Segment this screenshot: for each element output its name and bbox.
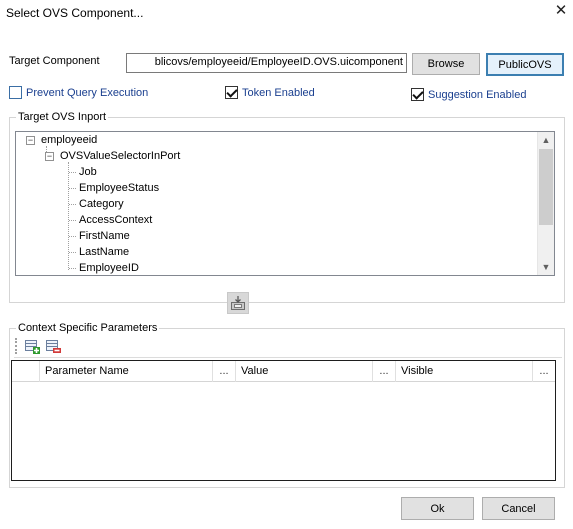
target-component-label: Target Component xyxy=(9,55,100,67)
prevent-query-checkbox-box[interactable] xyxy=(9,86,22,99)
browse-button[interactable]: Browse xyxy=(412,53,480,75)
tree-leaf[interactable]: AccessContext xyxy=(79,212,152,228)
suggestion-enabled-checkbox-box[interactable] xyxy=(411,88,424,101)
tree-leaf[interactable]: Job xyxy=(79,164,97,180)
remove-row-icon[interactable] xyxy=(45,338,61,354)
inport-tree[interactable]: − employeeid − OVSValueSelectorInPort Jo… xyxy=(15,131,555,276)
dialog-title: Select OVS Component... xyxy=(6,6,144,20)
context-params-legend: Context Specific Parameters xyxy=(18,322,158,334)
tree-leaf[interactable]: FirstName xyxy=(79,228,130,244)
target-component-field[interactable]: blicovs/employeeid/EmployeeID.OVS.uicomp… xyxy=(126,53,407,73)
add-row-icon[interactable] xyxy=(24,338,40,354)
tree-leaf[interactable]: LastName xyxy=(79,244,129,260)
column-menu-button[interactable]: ... xyxy=(373,361,396,382)
import-icon xyxy=(231,296,245,310)
scroll-up-icon[interactable]: ▲ xyxy=(538,132,554,148)
column-menu-button[interactable]: ... xyxy=(213,361,236,382)
tree-node-inport[interactable]: OVSValueSelectorInPort xyxy=(60,148,180,164)
tree-leaf[interactable]: EmployeeStatus xyxy=(79,180,159,196)
column-header-visible[interactable]: Visible xyxy=(396,361,533,382)
token-enabled-label: Token Enabled xyxy=(242,86,315,99)
scroll-thumb[interactable] xyxy=(539,149,553,225)
tree-node-root[interactable]: employeeid xyxy=(41,132,97,148)
row-selector-header xyxy=(12,361,40,382)
toolbar-divider xyxy=(14,357,562,358)
target-inport-legend: Target OVS Inport xyxy=(18,111,107,123)
cancel-button[interactable]: Cancel xyxy=(482,497,555,520)
column-header-value[interactable]: Value xyxy=(236,361,373,382)
import-parameters-button[interactable] xyxy=(227,292,249,314)
public-ovs-button[interactable]: PublicOVS xyxy=(486,53,564,76)
token-enabled-checkbox[interactable]: Token Enabled xyxy=(225,86,315,99)
collapse-icon[interactable]: − xyxy=(26,136,35,145)
column-header-parameter-name[interactable]: Parameter Name xyxy=(40,361,213,382)
toolbar-grip xyxy=(15,338,18,354)
collapse-icon[interactable]: − xyxy=(45,152,54,161)
suggestion-enabled-checkbox[interactable]: Suggestion Enabled xyxy=(411,88,526,101)
scroll-down-icon[interactable]: ▼ xyxy=(538,259,554,275)
tree-leaf[interactable]: Category xyxy=(79,196,124,212)
ok-button[interactable]: Ok xyxy=(401,497,474,520)
tree-vertical-scrollbar[interactable]: ▲ ▼ xyxy=(537,132,554,275)
token-enabled-checkbox-box[interactable] xyxy=(225,86,238,99)
parameters-grid[interactable]: Parameter Name ... Value ... Visible ... xyxy=(11,360,556,481)
suggestion-enabled-label: Suggestion Enabled xyxy=(428,88,527,101)
close-icon[interactable]: ✕ xyxy=(554,3,568,19)
column-menu-button[interactable]: ... xyxy=(533,361,555,382)
tree-leaf[interactable]: EmployeeID xyxy=(79,260,139,275)
prevent-query-label: Prevent Query Execution xyxy=(26,86,149,99)
grid-header: Parameter Name ... Value ... Visible ... xyxy=(12,361,555,382)
prevent-query-checkbox[interactable]: Prevent Query Execution xyxy=(9,86,148,99)
